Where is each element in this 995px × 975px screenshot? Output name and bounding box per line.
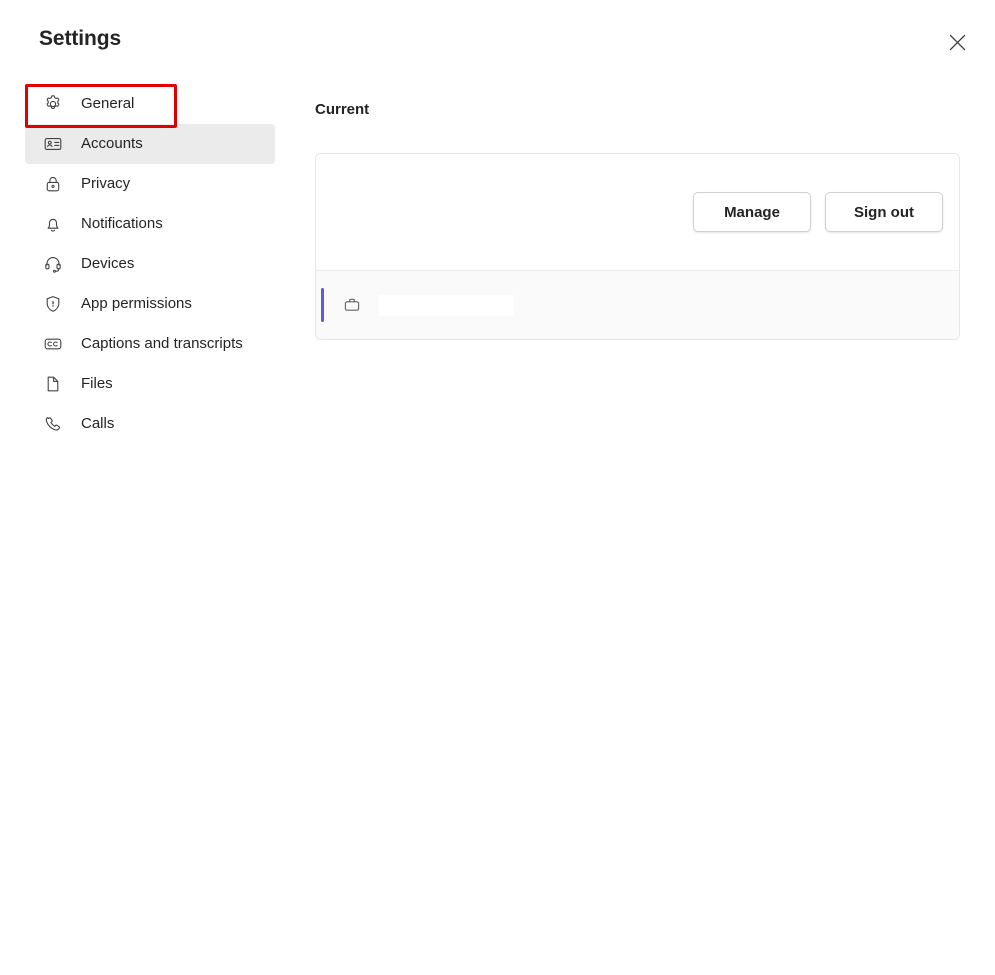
settings-main-content: Current Manage Sign out — [315, 84, 960, 340]
sidebar-item-label: Notifications — [81, 215, 163, 232]
sidebar-item-privacy[interactable]: Privacy — [25, 164, 275, 204]
window-header: Settings — [0, 0, 995, 84]
close-button[interactable] — [937, 22, 977, 62]
sidebar-item-calls[interactable]: Calls — [25, 404, 275, 444]
sidebar-item-captions-and-transcripts[interactable]: Captions and transcripts — [25, 324, 275, 364]
phone-icon — [43, 414, 63, 434]
sidebar-item-label: Calls — [81, 415, 115, 432]
briefcase-icon — [342, 295, 362, 315]
sidebar-item-label: Captions and transcripts — [81, 335, 243, 352]
account-name-redacted — [379, 294, 514, 316]
section-heading-current: Current — [315, 101, 370, 118]
closed-caption-icon — [43, 334, 63, 354]
sidebar-item-notifications[interactable]: Notifications — [25, 204, 275, 244]
close-icon — [949, 34, 966, 51]
settings-sidebar: General Accounts Privacy Notifications D… — [25, 84, 275, 444]
sidebar-item-label: Files — [81, 375, 113, 392]
account-actions-row: Manage Sign out — [316, 154, 959, 270]
bell-icon — [43, 214, 63, 234]
manage-button[interactable]: Manage — [693, 192, 811, 232]
sidebar-item-label: Privacy — [81, 175, 131, 192]
contact-card-icon — [43, 134, 63, 154]
sidebar-item-general[interactable]: General — [25, 84, 275, 124]
account-list-item[interactable] — [316, 270, 959, 339]
sidebar-item-app-permissions[interactable]: App permissions — [25, 284, 275, 324]
sign-out-button[interactable]: Sign out — [825, 192, 943, 232]
sidebar-item-label: General — [81, 95, 135, 112]
selected-account-accent-bar — [321, 288, 324, 322]
lock-icon — [43, 174, 63, 194]
sidebar-item-files[interactable]: Files — [25, 364, 275, 404]
sidebar-item-accounts[interactable]: Accounts — [25, 124, 275, 164]
shield-icon — [43, 294, 63, 314]
headset-icon — [43, 254, 63, 274]
sidebar-item-label: App permissions — [81, 295, 192, 312]
document-icon — [43, 374, 63, 394]
sidebar-item-devices[interactable]: Devices — [25, 244, 275, 284]
page-title: Settings — [39, 27, 122, 50]
gear-icon — [43, 94, 63, 114]
sidebar-item-label: Accounts — [81, 135, 143, 152]
sidebar-item-label: Devices — [81, 255, 135, 272]
current-account-card: Manage Sign out — [315, 153, 960, 340]
account-action-buttons: Manage Sign out — [693, 192, 943, 232]
